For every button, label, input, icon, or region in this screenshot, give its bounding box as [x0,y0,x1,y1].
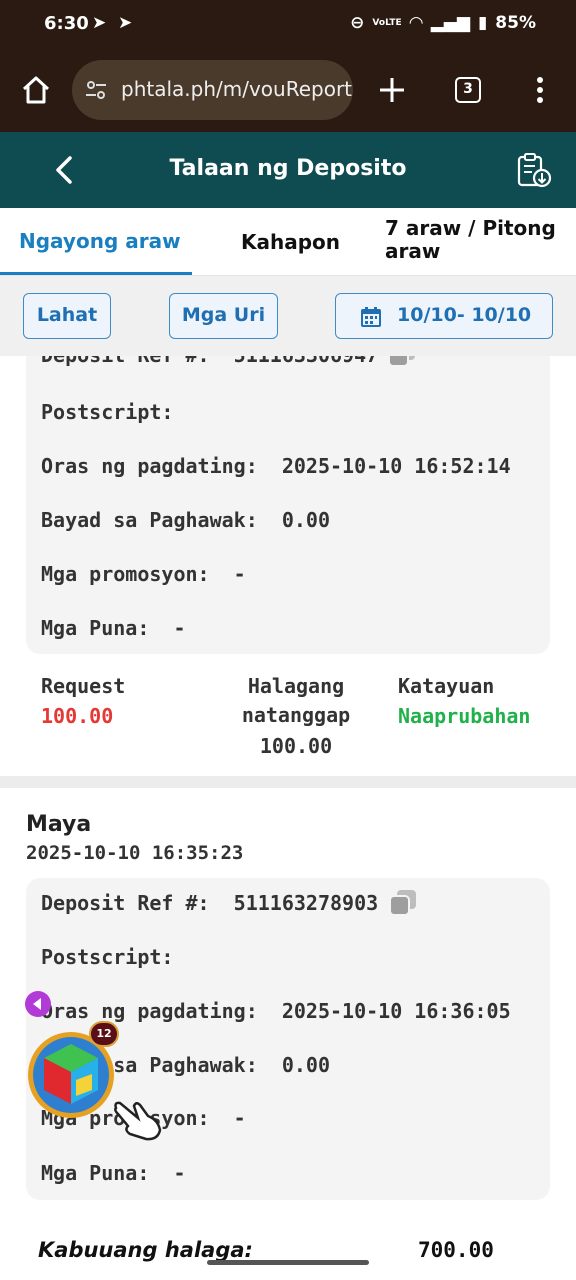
gesture-bar[interactable] [207,1260,369,1265]
date-range-label: 10/10- 10/10 [397,304,532,326]
promotions: Mga promosyon: - [41,562,246,586]
tab-yesterday[interactable]: Kahapon [241,230,340,254]
dnd-icon: ⊖ [350,13,365,33]
status-badge: Naaprubahan [398,704,531,728]
arrival-time: Oras ng pagdating: 2025-10-10 16:52:14 [41,454,511,478]
tab-today[interactable]: Ngayong araw [19,229,181,253]
browser-toolbar: phtala.ph/m/vouReport 3 [0,48,576,132]
total-amount: 700.00 [418,1238,494,1262]
signal-icon: ▂▄▆ [430,13,470,33]
postscript-label: Postscript: [41,400,174,424]
tab-seven-days[interactable]: 7 araw / Pitong araw [385,217,565,263]
filter-bar: Lahat Mga Uri 10/10- 10/10 [0,276,576,356]
more-menu-icon[interactable] [528,74,552,106]
status-bar: 6:30 ➤ ➤ ⊖ VoLTE ◠ ▂▄▆ ▮ 85% [0,0,576,48]
copy-icon[interactable] [387,356,417,368]
page-title: Talaan ng Deposito [169,156,407,181]
handling-fee: Bayad sa Paghawak: 0.00 [41,508,331,532]
postscript-label: Postscript: [41,945,174,969]
remarks: Mga Puna: - [41,616,186,640]
remarks: Mga Puna: - [41,1161,186,1185]
deposit-record: Maya 2025-10-10 16:35:23 Deposit Ref #: … [0,788,576,1224]
battery-percent: 85% [495,13,536,33]
deposit-ref: Deposit Ref #: 511163306947 [41,356,378,367]
telegram-icon: ➤ [118,13,133,33]
home-icon[interactable] [20,74,52,106]
notification-badge: 12 [89,1021,119,1047]
record-datetime: 2025-10-10 16:35:23 [26,842,244,864]
total-footer: Kabuuang halaga: 700.00 [0,1224,576,1280]
payment-method: Maya [26,812,92,837]
url-text: phtala.ph/m/vouReport [121,77,353,101]
request-amount: 100.00 [41,704,114,728]
received-amount: 100.00 [259,734,333,758]
status-time: 6:30 [44,13,89,34]
telegram-icon: ➤ [92,13,107,33]
filter-all-button[interactable]: Lahat [23,293,111,339]
deposit-detail-box: Deposit Ref #: 511163306947 Postscript: … [26,356,550,654]
battery-icon: ▮ [477,13,488,33]
copy-icon[interactable] [388,889,418,917]
pointer-hand-icon [114,1101,162,1141]
received-label: Halagang natanggap [241,674,351,727]
url-bar[interactable]: phtala.ph/m/vouReport [72,60,353,120]
arrival-time: Oras ng pagdating: 2025-10-10 16:36:05 [41,999,511,1023]
app-header: Talaan ng Deposito [0,132,576,208]
new-tab-icon[interactable] [376,74,408,106]
deposit-record: Deposit Ref #: 511163306947 Postscript: … [0,356,576,776]
download-report-icon[interactable] [515,151,553,189]
collapse-float-icon[interactable] [25,991,51,1017]
volte-icon: VoLTE [372,17,402,28]
total-label: Kabuuang halaga: [38,1238,253,1262]
filter-types-button[interactable]: Mga Uri [169,293,278,339]
site-settings-icon[interactable] [84,78,108,102]
date-tabs: Ngayong araw Kahapon 7 araw / Pitong ara… [0,208,576,276]
status-label: Katayuan [398,674,495,698]
caret-left-icon [33,998,41,1010]
calendar-icon [361,307,381,327]
active-tab-indicator [0,272,192,275]
deposit-ref: Deposit Ref #: 511163278903 [41,891,379,915]
date-range-button[interactable]: 10/10- 10/10 [335,293,553,339]
tab-switcher-button[interactable]: 3 [455,77,481,103]
wifi-icon: ◠ [409,13,423,33]
request-label: Request [41,674,126,698]
